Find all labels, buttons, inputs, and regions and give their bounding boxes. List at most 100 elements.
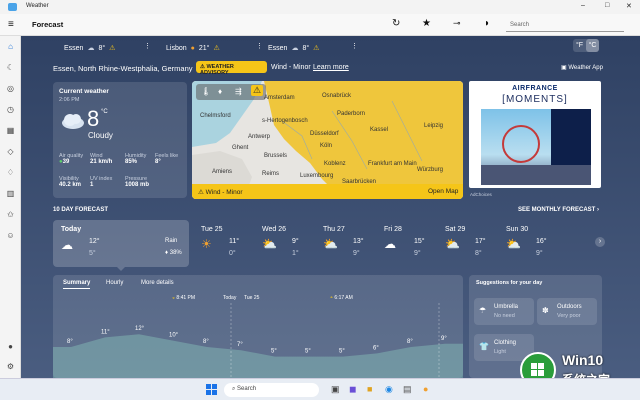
maximize-button[interactable]: □: [605, 2, 609, 9]
forecast-next-button[interactable]: ›: [595, 237, 605, 247]
temp-point-label: 5°: [271, 349, 277, 355]
globe-icon[interactable]: ◇: [5, 146, 16, 157]
forecast-day-today[interactable]: Today ☁ 12° 5° Rain ♦ 38%: [53, 220, 189, 267]
task-view-icon[interactable]: ▣: [331, 384, 340, 395]
suggestion-outdoors[interactable]: ✽ Outdoors Very poor: [537, 298, 597, 325]
forecast-low: 1°: [292, 250, 299, 257]
tab-hourly[interactable]: Hourly: [106, 280, 123, 286]
cloud-icon: ☁: [87, 45, 95, 52]
more-icon[interactable]: ⋮: [144, 42, 151, 50]
thermometer-icon[interactable]: 🌡: [201, 87, 211, 96]
calendar-icon[interactable]: ▦: [5, 125, 16, 136]
favorite-temp: 21°: [198, 44, 210, 52]
forecast-day[interactable]: Sat 29 ⛅ 17° 8°: [441, 220, 496, 267]
forecast-day-label: Thu 27: [323, 226, 345, 233]
map-city-label: Frankfurt am Main: [368, 161, 417, 167]
wind-metric: Wind 21 km/h: [90, 153, 122, 165]
rain-cloud-icon: ☁: [61, 238, 73, 252]
weather-map[interactable]: 🌡 ♦ ⇶ ⚠ Amsterdam Osnabrück Chelmsford s…: [192, 81, 463, 199]
map-city-label: Kassel: [370, 127, 389, 133]
suggestion-umbrella[interactable]: ☂ Umbrella No need: [474, 298, 534, 325]
ad-choices[interactable]: AdChoices: [470, 192, 492, 197]
cloud-icon: [59, 112, 85, 130]
suggestion-label: Umbrella: [494, 304, 519, 310]
tab-summary[interactable]: Summary: [63, 280, 91, 289]
sun-icon: ●: [190, 44, 195, 52]
close-button[interactable]: ✕: [626, 2, 632, 10]
alert-layer-icon[interactable]: ⚠: [251, 85, 264, 96]
theme-moon-icon[interactable]: ◗: [484, 18, 490, 29]
more-icon[interactable]: ⋮: [351, 42, 358, 50]
start-button[interactable]: [206, 384, 217, 395]
partly-cloudy-icon: ⛅: [506, 237, 521, 251]
forecast-high: 11°: [229, 238, 240, 245]
wind-layer-icon[interactable]: ⇶: [235, 87, 242, 96]
celsius-button[interactable]: °C: [586, 39, 599, 52]
taskbar-search[interactable]: ⌕ Search: [224, 383, 319, 397]
forecast-day[interactable]: Wed 26 ⛅ 9° 1°: [258, 220, 313, 267]
settings-icon[interactable]: ⚙: [5, 361, 16, 372]
fahrenheit-button[interactable]: °F: [573, 39, 586, 52]
bulb-icon[interactable]: ♢: [5, 167, 16, 178]
forecast-day[interactable]: Sun 30 ⛅ 16° 9°: [502, 220, 557, 267]
edge-icon[interactable]: ◉: [385, 384, 393, 395]
favorite-star-icon[interactable]: ★: [422, 18, 431, 29]
monthly-forecast-link[interactable]: SEE MONTHLY FORECAST ›: [518, 207, 599, 213]
temp-point-label: 8°: [67, 339, 73, 345]
moon-icon[interactable]: ☾: [5, 62, 16, 73]
humidity-metric: Humidity 85%: [125, 153, 155, 165]
file-explorer-icon[interactable]: ■: [367, 384, 372, 394]
advertisement[interactable]: AIRFRANCE [MOMENTS]: [469, 81, 601, 188]
alert-icon: ⚠: [213, 45, 220, 52]
pin-icon[interactable]: ⊸: [453, 18, 461, 29]
forecast-day[interactable]: Fri 28 ☁ 15° 9°: [380, 220, 435, 267]
map-city-label: Osnabrück: [322, 93, 352, 99]
map-city-label: Köln: [320, 143, 333, 149]
more-icon[interactable]: ⋮: [256, 42, 263, 50]
chat-icon[interactable]: ◼: [349, 384, 356, 395]
drop-icon[interactable]: ♦: [218, 87, 222, 96]
day-marker: Tue 25: [244, 295, 260, 301]
forecast-low: 8°: [475, 250, 482, 257]
app-icon: [8, 3, 17, 11]
main-content: Essen ☁ 8° ⚠ ⋮ Lisbon ● 21° ⚠ ⋮ Essen ☁ …: [21, 36, 640, 378]
store-icon[interactable]: ▤: [403, 384, 412, 395]
forecast-day[interactable]: Thu 27 ⛅ 13° 9°: [319, 220, 374, 267]
metric-value: 1: [90, 182, 94, 188]
star-icon[interactable]: ✩: [5, 209, 16, 220]
tab-more-details[interactable]: More details: [141, 280, 174, 286]
maps-icon[interactable]: ◎: [5, 83, 16, 94]
wind-advisory-text: Wind - Minor: [271, 64, 311, 71]
map-alert-text: ⚠ Wind - Minor: [198, 189, 243, 196]
map-city-label: Düsseldorf: [310, 131, 339, 137]
favorite-item[interactable]: Essen ☁ 8° ⚠: [268, 42, 319, 54]
clock-icon[interactable]: ◷: [5, 104, 16, 115]
search-input[interactable]: Search: [506, 19, 624, 32]
map-city-label: Amsterdam: [264, 95, 295, 101]
refresh-icon[interactable]: ↻: [392, 18, 400, 29]
current-heading: Current weather: [59, 88, 109, 95]
detail-panel: Summary Hourly More details ◒ 8:41 PM To…: [53, 275, 463, 378]
home-icon[interactable]: ⌂: [5, 41, 16, 52]
smile-icon[interactable]: ☺: [5, 230, 16, 241]
forecast-day-label: Sun 30: [506, 226, 529, 233]
alert-icon: ⚠: [109, 45, 116, 52]
chart-icon[interactable]: ▥: [5, 188, 16, 199]
favorite-item[interactable]: Essen ☁ 8° ⚠: [64, 42, 115, 54]
hamburger-icon[interactable]: ≡: [8, 19, 14, 30]
air-quality-metric[interactable]: Air quality ●39: [59, 153, 89, 165]
weather-taskbar-icon[interactable]: ●: [423, 384, 428, 394]
minimize-button[interactable]: –: [581, 2, 585, 9]
watermark-brand: Win10: [562, 352, 604, 368]
weather-advisory-badge[interactable]: ⚠ WEATHER ADVISORY: [196, 61, 267, 76]
favorite-item[interactable]: Lisbon ● 21° ⚠: [166, 42, 220, 54]
open-map-button[interactable]: Open Map: [428, 188, 458, 195]
map-city-label: Amiens: [212, 169, 233, 175]
account-icon[interactable]: ●: [5, 341, 16, 352]
forecast-day-label: Today: [61, 226, 82, 233]
forecast-day[interactable]: Tue 25 ☀ 11° 0°: [197, 220, 252, 267]
temp-point-label: 6°: [373, 345, 379, 351]
learn-more-link[interactable]: Learn more: [313, 64, 349, 71]
weather-app-link[interactable]: ▣ Weather App: [561, 64, 603, 71]
partly-cloudy-icon: ⛅: [323, 237, 338, 251]
